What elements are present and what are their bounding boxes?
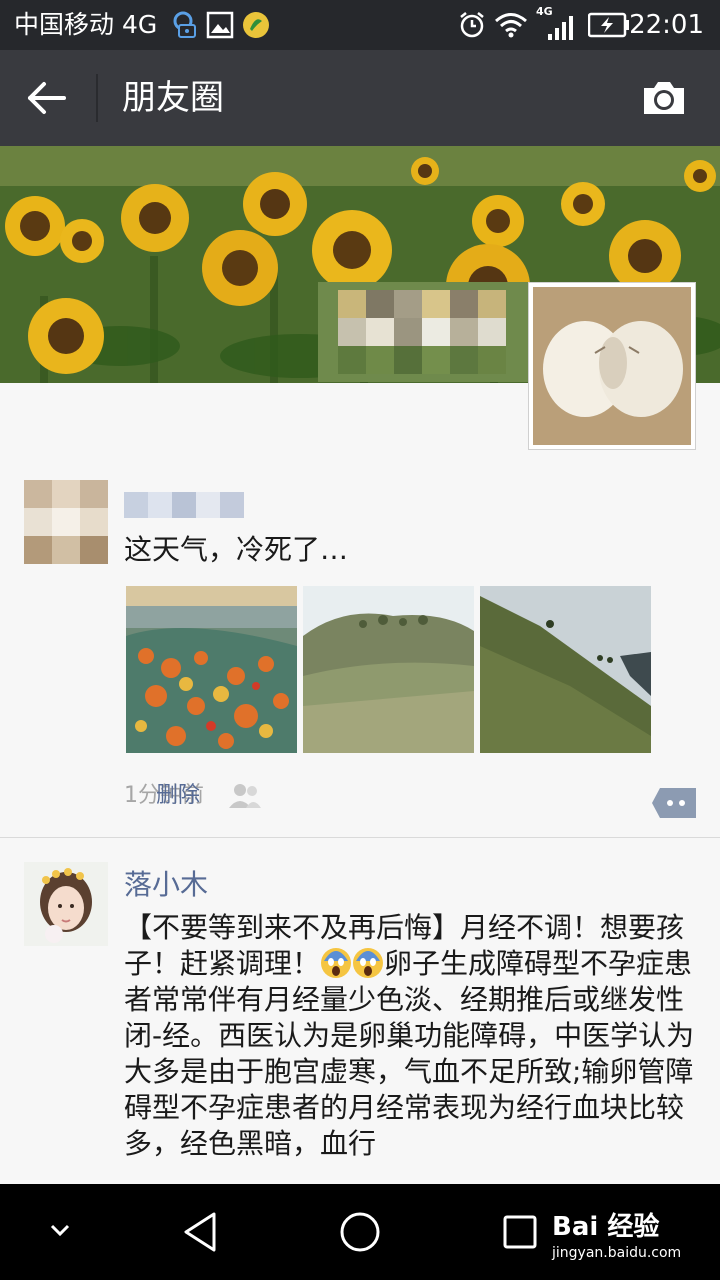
- post-text: 【不要等到来不及再后悔】月经不调！想要孩子！赶紧调理！ 卵子生成障碍型不孕症患者常…: [124, 910, 698, 1162]
- blurred-author-name: [124, 490, 248, 520]
- woman-portrait-photo: [24, 862, 108, 946]
- carrier-label: 中国移动 4G: [14, 10, 158, 39]
- autumn-forest-photo: [126, 586, 297, 753]
- image-icon: [206, 11, 234, 39]
- feed-separator: [0, 837, 720, 838]
- watermark-url: jingyan.baidu.com: [552, 1245, 682, 1261]
- my-avatar[interactable]: [528, 282, 696, 450]
- camera-button[interactable]: [640, 78, 688, 118]
- visibility-friends-icon[interactable]: [228, 782, 262, 810]
- photo-grid: [126, 586, 652, 753]
- watermark-brand: Bai 经验: [552, 1212, 660, 1242]
- signal-strength-icon: [546, 14, 576, 42]
- scream-emoji-icon: [320, 947, 352, 979]
- circle-home-icon: [340, 1212, 380, 1252]
- blurred-nickname: [318, 282, 528, 382]
- author-name[interactable]: 落小木: [124, 868, 208, 902]
- green-hill-photo: [303, 586, 474, 753]
- alarm-icon: [458, 11, 486, 39]
- wifi-icon: [494, 11, 528, 39]
- photo-thumbnail[interactable]: [303, 586, 474, 753]
- battery-icon: [587, 12, 630, 40]
- home-nav-button[interactable]: [338, 1210, 382, 1258]
- triangle-back-icon: [184, 1212, 216, 1252]
- back-arrow-icon: [28, 82, 66, 114]
- signal-lock-icon: [172, 11, 198, 39]
- baidu-jingyan-watermark: Bai 经验 jingyan.baidu.com: [548, 1212, 708, 1268]
- photo-thumbnail[interactable]: [480, 586, 651, 753]
- app-logo-icon: [242, 11, 270, 39]
- comment-dots-icon: [652, 788, 696, 818]
- feed-item: 落小木 【不要等到来不及再后悔】月经不调！想要孩子！赶紧调理！ 卵子生成障碍型不孕…: [0, 862, 720, 1184]
- delete-link[interactable]: 删除: [156, 782, 200, 810]
- square-recents-icon: [503, 1215, 537, 1249]
- author-avatar[interactable]: [24, 862, 108, 946]
- status-bar: 中国移动 4G 4G 22:01: [0, 0, 720, 50]
- photo-thumbnail[interactable]: [126, 586, 297, 753]
- title-bar: 朋友圈: [0, 50, 720, 146]
- recents-nav-button[interactable]: [502, 1214, 538, 1254]
- back-nav-button[interactable]: [180, 1210, 220, 1258]
- cat-photo: [533, 287, 691, 445]
- comment-button[interactable]: [652, 788, 696, 818]
- hide-nav-button[interactable]: [46, 1220, 74, 1244]
- scream-emoji-icon: [352, 947, 384, 979]
- author-avatar[interactable]: [24, 480, 108, 564]
- hillside-slope-photo: [480, 586, 651, 753]
- camera-icon: [644, 82, 684, 114]
- feed-item: 这天气，冷死了… 1分钟前 删除: [0, 480, 720, 836]
- page-title: 朋友圈: [122, 78, 224, 118]
- clock-time: 22:01: [629, 10, 704, 40]
- back-button[interactable]: [24, 76, 72, 120]
- title-divider: [96, 74, 98, 122]
- post-text: 这天气，冷死了…: [124, 533, 349, 566]
- chevron-down-icon: [50, 1224, 70, 1237]
